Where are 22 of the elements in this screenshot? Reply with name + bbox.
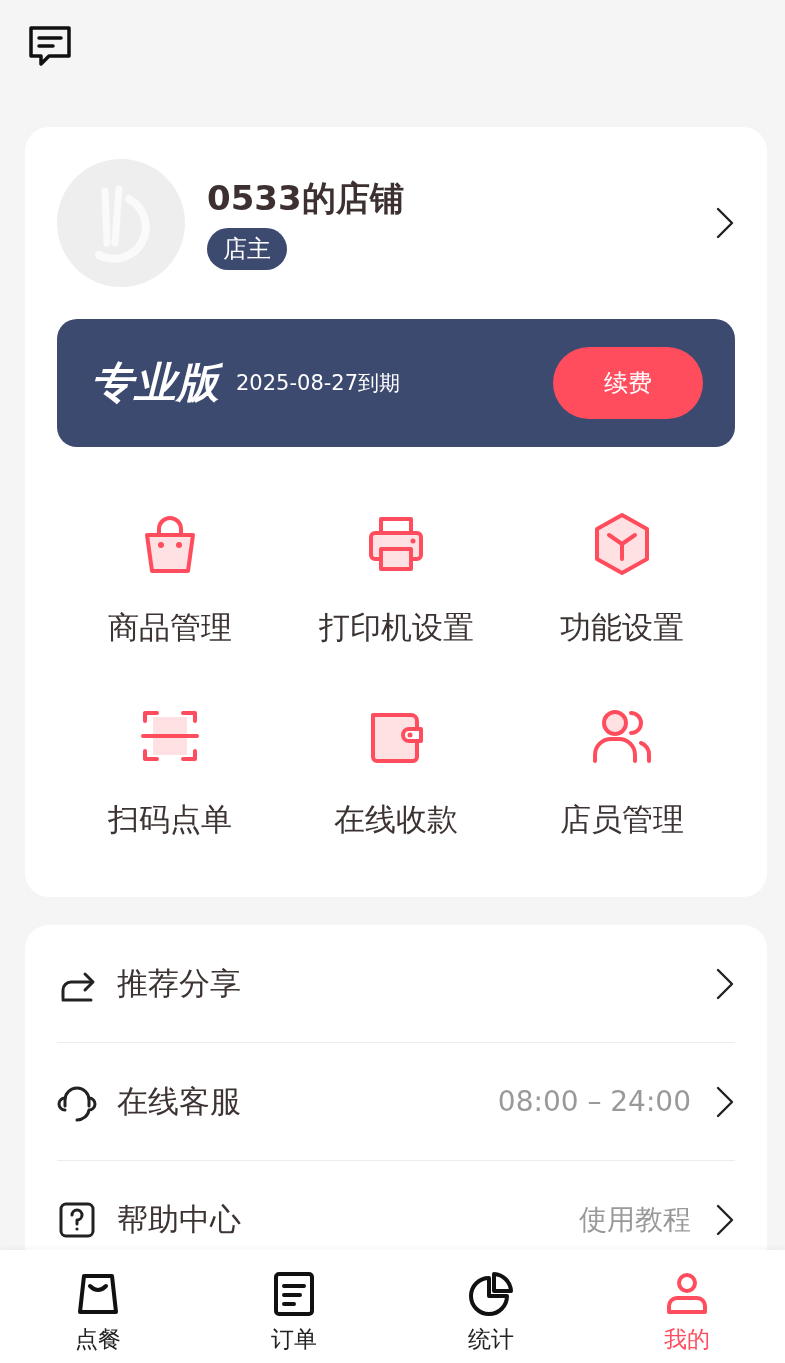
tab[interactable]: 点餐	[0, 1250, 197, 1363]
chevron-right-icon	[715, 1084, 735, 1119]
shop-name: 0533的店铺	[207, 177, 404, 220]
role-badge: 店主	[207, 228, 287, 270]
chevron-right-icon	[715, 966, 735, 1001]
menu-item[interactable]: 帮助中心 使用教程	[57, 1161, 735, 1250]
feature-button[interactable]: 打印机设置	[283, 511, 509, 703]
help-icon	[57, 1200, 97, 1240]
menu-item[interactable]: 推荐分享	[57, 925, 735, 1043]
feature-button[interactable]: 扫码点单	[57, 703, 283, 895]
tab[interactable]: 订单	[196, 1250, 393, 1363]
feature-button[interactable]: 功能设置	[509, 511, 735, 703]
feature-button[interactable]: 在线收款	[283, 703, 509, 895]
expiry-date: 2025-08-27到期	[236, 370, 402, 397]
feature-button[interactable]: 店员管理	[509, 703, 735, 895]
tab[interactable]: 统计	[392, 1250, 589, 1363]
pie-chart-icon	[466, 1270, 515, 1318]
message-icon[interactable]	[27, 24, 73, 68]
feature-button[interactable]: 商品管理	[57, 511, 283, 703]
chevron-right-icon	[715, 1203, 735, 1237]
chevron-right-icon	[715, 206, 735, 240]
menu-item[interactable]: 在线客服 08:00 – 24:00	[57, 1043, 735, 1161]
